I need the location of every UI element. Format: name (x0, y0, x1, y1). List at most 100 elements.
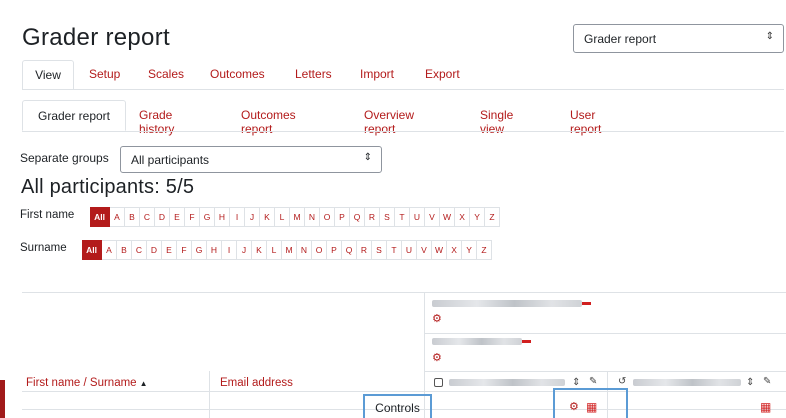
initial-r[interactable]: R (357, 240, 372, 260)
category-name-redacted (432, 300, 582, 307)
edit-icon[interactable]: ✎ (589, 377, 597, 387)
initial-d[interactable]: D (147, 240, 162, 260)
groups-selector[interactable]: All participants ⇕ (120, 146, 382, 173)
initial-t[interactable]: T (387, 240, 402, 260)
tab-scales[interactable]: Scales (148, 60, 184, 90)
first-name-initials-label: First name (20, 209, 75, 221)
initial-e[interactable]: E (170, 207, 185, 227)
edit-icon[interactable]: ✎ (763, 377, 771, 387)
collapse-icon[interactable] (582, 302, 591, 305)
column-header-email[interactable]: Email address (220, 377, 293, 389)
groups-label: Separate groups (20, 151, 109, 165)
initial-b[interactable]: B (125, 207, 140, 227)
tab-setup[interactable]: Setup (89, 60, 120, 90)
initial-w[interactable]: W (440, 207, 456, 227)
initial-o[interactable]: O (320, 207, 335, 227)
initial-u[interactable]: U (410, 207, 425, 227)
initial-q[interactable]: Q (350, 207, 365, 227)
initial-f[interactable]: F (185, 207, 200, 227)
initial-y[interactable]: Y (470, 207, 486, 227)
sort-icon[interactable]: ⇕ (572, 378, 580, 388)
tab-view[interactable]: View (22, 60, 74, 90)
surname-initials-label: Surname (20, 242, 67, 254)
initial-g[interactable]: G (200, 207, 215, 227)
initial-m[interactable]: M (282, 240, 297, 260)
initial-z[interactable]: Z (477, 240, 493, 260)
initial-v[interactable]: V (425, 207, 440, 227)
tab-import[interactable]: Import (360, 60, 394, 90)
grid-divider (22, 391, 786, 392)
sort-ascending-icon: ▲ (139, 379, 148, 388)
initial-a[interactable]: A (102, 240, 117, 260)
subtab-grader-report[interactable]: Grader report (22, 100, 126, 131)
initial-l[interactable]: L (275, 207, 290, 227)
initial-l[interactable]: L (267, 240, 282, 260)
select-chevron-icon: ⇕ (765, 31, 774, 42)
initial-c[interactable]: C (132, 240, 147, 260)
first-name-letters: All ABCDEFGHIJKLMNOPQRSTUVWXYZ (90, 207, 501, 227)
subtab-overview-report[interactable]: Overview report (364, 100, 414, 136)
controls-label: Controls (363, 394, 432, 418)
initial-e[interactable]: E (162, 240, 177, 260)
subtab-single-view[interactable]: Single view (480, 100, 513, 136)
select-column-checkbox[interactable] (434, 378, 443, 387)
subtab-grade-history[interactable]: Grade history (139, 100, 174, 136)
initial-u[interactable]: U (402, 240, 417, 260)
grade-item-name-redacted (449, 379, 565, 386)
tab-outcomes[interactable]: Outcomes (210, 60, 265, 90)
initial-h[interactable]: H (215, 207, 230, 227)
gear-icon[interactable]: ⚙ (432, 314, 442, 325)
select-chevron-icon: ⇕ (363, 152, 372, 163)
subtab-user-report[interactable]: User report (570, 100, 601, 136)
initial-d[interactable]: D (155, 207, 170, 227)
report-selector[interactable]: Grader report ⇕ (573, 24, 784, 53)
initial-k[interactable]: K (260, 207, 275, 227)
collapse-icon[interactable] (522, 340, 531, 343)
initial-y[interactable]: Y (462, 240, 478, 260)
calculator-icon[interactable]: ▦ (760, 401, 771, 413)
initial-p[interactable]: P (335, 207, 350, 227)
initial-s[interactable]: S (380, 207, 395, 227)
initial-t[interactable]: T (395, 207, 410, 227)
grid-divider (424, 371, 786, 372)
initial-x[interactable]: X (447, 240, 463, 260)
initial-n[interactable]: N (305, 207, 320, 227)
gear-icon[interactable]: ⚙ (432, 353, 442, 364)
initial-i[interactable]: I (230, 207, 245, 227)
initial-all[interactable]: All (90, 207, 110, 227)
initial-b[interactable]: B (117, 240, 132, 260)
initial-k[interactable]: K (252, 240, 267, 260)
initial-m[interactable]: M (290, 207, 305, 227)
report-selector-value: Grader report (584, 32, 657, 46)
tab-letters[interactable]: Letters (295, 60, 332, 90)
initial-j[interactable]: J (237, 240, 252, 260)
initial-o[interactable]: O (312, 240, 327, 260)
initial-j[interactable]: J (245, 207, 260, 227)
initial-f[interactable]: F (177, 240, 192, 260)
initial-n[interactable]: N (297, 240, 312, 260)
initial-all[interactable]: All (82, 240, 102, 260)
initial-v[interactable]: V (417, 240, 432, 260)
initial-s[interactable]: S (372, 240, 387, 260)
initial-h[interactable]: H (207, 240, 222, 260)
subtab-outcomes-report[interactable]: Outcomes report (241, 100, 296, 136)
initial-a[interactable]: A (110, 207, 125, 227)
column-header-name[interactable]: First name / Surname ▲ (26, 377, 148, 389)
initial-x[interactable]: X (455, 207, 471, 227)
tabs-divider (22, 89, 784, 90)
calculator-icon[interactable]: ▦ (586, 401, 597, 413)
initial-g[interactable]: G (192, 240, 207, 260)
participants-heading: All participants: 5/5 (21, 176, 195, 198)
tab-export[interactable]: Export (425, 60, 460, 90)
initial-i[interactable]: I (222, 240, 237, 260)
gear-icon[interactable]: ⚙ (569, 402, 579, 413)
sort-icon[interactable]: ⇕ (746, 378, 754, 388)
initial-w[interactable]: W (432, 240, 448, 260)
groups-selector-value: All participants (131, 153, 210, 167)
initial-z[interactable]: Z (485, 207, 501, 227)
page-title: Grader report (22, 24, 170, 51)
initial-r[interactable]: R (365, 207, 380, 227)
initial-p[interactable]: P (327, 240, 342, 260)
initial-c[interactable]: C (140, 207, 155, 227)
initial-q[interactable]: Q (342, 240, 357, 260)
